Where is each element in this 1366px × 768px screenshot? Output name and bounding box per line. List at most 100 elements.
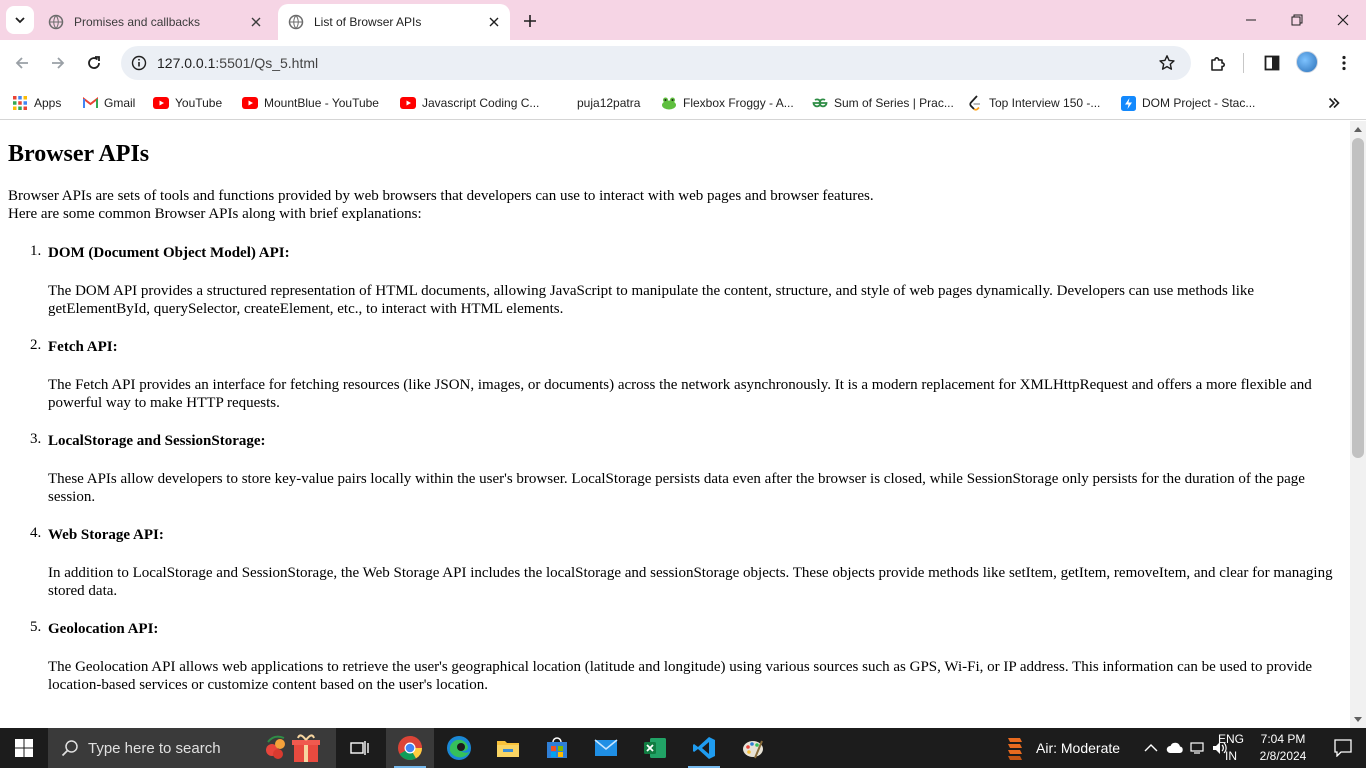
bookmark-apps[interactable]: Apps [12, 92, 61, 114]
chevron-down-icon [15, 17, 25, 24]
item-description: The Geolocation API allows web applicati… [48, 659, 1313, 693]
search-highlight-gift-icon [266, 734, 320, 762]
paint-palette-icon [743, 740, 763, 759]
lang-region: IN [1225, 749, 1237, 763]
side-panel-icon [1264, 55, 1280, 71]
tab-promises[interactable]: Promises and callbacks [38, 4, 272, 40]
list-item: 3. LocalStorage and SessionStorage: Thes… [8, 431, 1338, 506]
weather-text: Air: Moderate [1036, 740, 1121, 756]
url-text[interactable]: 127.0.0.1:5501/Qs_5.html [157, 55, 1153, 71]
bookmark-label: YouTube [175, 96, 223, 110]
more-bookmarks-button[interactable] [1322, 92, 1346, 114]
close-window-button[interactable] [1320, 0, 1366, 40]
arrow-right-icon [52, 57, 65, 69]
bookmark-mountblue[interactable]: MountBlue - YouTube [242, 92, 379, 114]
search-icon [60, 738, 80, 758]
edge-taskbar-button[interactable] [435, 728, 483, 768]
bookmark-top-interview[interactable]: Top Interview 150 -... [967, 92, 1100, 114]
bookmark-label: MountBlue - YouTube [264, 96, 379, 110]
task-view-button[interactable] [336, 728, 384, 768]
file-explorer-taskbar-button[interactable] [484, 728, 532, 768]
vscode-icon [693, 737, 715, 759]
bookmark-javascript-coding[interactable]: Javascript Coding C... [400, 92, 539, 114]
tab-strip: Promises and callbacks List of Browser A… [0, 0, 1366, 40]
site-info-icon[interactable] [129, 53, 149, 73]
bookmark-youtube[interactable]: YouTube [153, 92, 222, 114]
scroll-down-arrow-icon[interactable] [1350, 712, 1366, 728]
scroll-up-arrow-icon[interactable] [1350, 121, 1366, 137]
chrome-icon [398, 736, 422, 761]
edge-icon [447, 736, 471, 760]
minimize-button[interactable] [1228, 0, 1274, 40]
page-content: Browser APIs Browser APIs are sets of to… [0, 121, 1350, 728]
item-heading: Web Storage API: [48, 527, 164, 543]
tab-browser-apis[interactable]: List of Browser APIs [278, 4, 510, 40]
apps-grid-icon [12, 95, 28, 111]
side-panel-button[interactable] [1257, 48, 1287, 78]
item-description: The Fetch API provides an interface for … [48, 377, 1312, 411]
item-heading: LocalStorage and SessionStorage: [48, 433, 266, 449]
scrollbar-thumb[interactable] [1352, 138, 1364, 458]
notification-center-button[interactable] [1320, 728, 1366, 768]
arrow-left-icon [15, 57, 28, 69]
globe-icon [48, 14, 64, 30]
weather-widget[interactable]: Air: Moderate [1004, 728, 1120, 768]
excel-icon [644, 738, 666, 758]
intro-line-2: Here are some common Browser APIs along … [8, 206, 422, 222]
start-button[interactable] [0, 728, 48, 768]
toolbar-divider [1243, 53, 1244, 73]
double-chevron-right-icon [1328, 97, 1340, 109]
folder-icon [497, 741, 519, 757]
back-button[interactable] [7, 48, 37, 78]
mail-taskbar-button[interactable] [582, 728, 630, 768]
list-item: 1. DOM (Document Object Model) API: The … [8, 243, 1338, 318]
bookmark-puja12patra[interactable]: puja12patra [577, 92, 640, 114]
frog-icon [661, 95, 677, 111]
bookmark-sum-of-series[interactable]: Sum of Series | Prac... [812, 92, 954, 114]
profile-avatar[interactable] [1296, 51, 1318, 73]
item-number: 1. [30, 243, 42, 259]
close-tab-icon[interactable] [244, 10, 268, 34]
item-number: 3. [30, 431, 42, 447]
list-item: 4. Web Storage API: In addition to Local… [8, 525, 1338, 600]
store-bag-icon [547, 737, 567, 758]
menu-button[interactable] [1329, 48, 1359, 78]
bookmark-star-icon[interactable] [1153, 49, 1181, 77]
address-bar[interactable]: 127.0.0.1:5501/Qs_5.html [121, 46, 1191, 80]
globe-icon [288, 14, 304, 30]
tab-search-button[interactable] [6, 6, 34, 34]
chrome-taskbar-button[interactable] [386, 728, 434, 768]
list-item: 2. Fetch API: The Fetch API provides an … [8, 337, 1338, 412]
bookmark-dom-project[interactable]: DOM Project - Stac... [1120, 92, 1255, 114]
system-clock[interactable]: 7:04 PM 2/8/2024 [1252, 731, 1314, 765]
puzzle-icon [1211, 57, 1225, 71]
extensions-button[interactable] [1203, 48, 1233, 78]
close-tab-icon[interactable] [482, 10, 506, 34]
forward-button[interactable] [43, 48, 73, 78]
excel-taskbar-button[interactable] [631, 728, 679, 768]
store-taskbar-button[interactable] [533, 728, 581, 768]
bookmark-gmail[interactable]: Gmail [82, 92, 135, 114]
tab-title: Promises and callbacks [74, 15, 201, 29]
input-language[interactable]: ENG IN [1214, 731, 1248, 765]
bookmark-flexbox-froggy[interactable]: Flexbox Froggy - A... [661, 92, 794, 114]
item-number: 5. [30, 619, 42, 635]
item-heading: DOM (Document Object Model) API: [48, 245, 290, 261]
reload-button[interactable] [79, 48, 109, 78]
paint-taskbar-button[interactable] [729, 728, 777, 768]
windows-taskbar: Type here to search Air: Moderate ENG IN… [0, 728, 1366, 768]
stackblitz-icon [1120, 95, 1136, 111]
item-number: 2. [30, 337, 42, 353]
new-tab-button[interactable] [517, 8, 543, 34]
item-description: In addition to LocalStorage and SessionS… [48, 565, 1333, 599]
restore-button[interactable] [1274, 0, 1320, 40]
page-scrollbar[interactable] [1350, 121, 1366, 728]
mail-icon [594, 739, 618, 756]
vscode-taskbar-button[interactable] [680, 728, 728, 768]
bookmark-label: Top Interview 150 -... [989, 96, 1101, 110]
url-path: :5501/Qs_5.html [215, 55, 319, 71]
bookmark-label: DOM Project - Stac... [1142, 96, 1256, 110]
bookmark-label: puja12patra [577, 96, 641, 110]
list-item: 5. Geolocation API: The Geolocation API … [8, 619, 1338, 694]
network-icon [1190, 742, 1204, 754]
